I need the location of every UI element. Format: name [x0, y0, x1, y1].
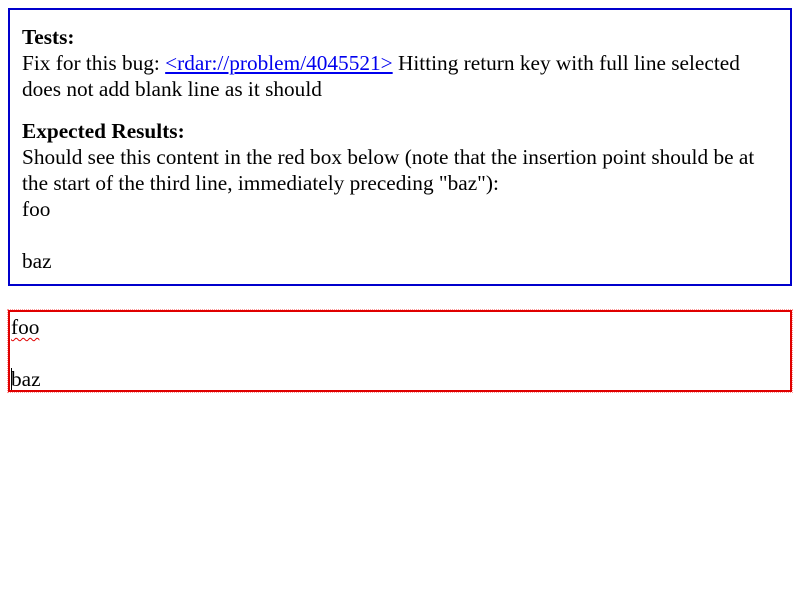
fix-prefix: Fix for this bug:	[22, 51, 166, 75]
editable-line-foo[interactable]: foo	[11, 314, 790, 340]
expected-results-heading: Expected Results:	[22, 119, 185, 143]
misspelled-word[interactable]: foo	[11, 315, 39, 339]
tests-heading: Tests:	[22, 25, 75, 49]
editable-baz-text[interactable]: baz	[11, 367, 41, 391]
editable-test-box[interactable]: foo baz	[7, 309, 793, 393]
editable-line-blank[interactable]	[11, 340, 790, 366]
expected-line-baz: baz	[22, 249, 52, 273]
expected-line-blank	[22, 222, 778, 248]
expected-line-foo: foo	[22, 197, 51, 221]
tests-description: Fix for this bug: <rdar://problem/404552…	[22, 50, 778, 102]
bug-link[interactable]: <rdar://problem/4045521>	[165, 51, 393, 75]
explanation-box: Tests: Fix for this bug: <rdar://problem…	[8, 8, 792, 286]
editable-content[interactable]: foo baz	[10, 312, 790, 392]
expected-results-text: Should see this content in the red box b…	[22, 145, 755, 195]
editable-line-baz[interactable]: baz	[11, 366, 790, 392]
